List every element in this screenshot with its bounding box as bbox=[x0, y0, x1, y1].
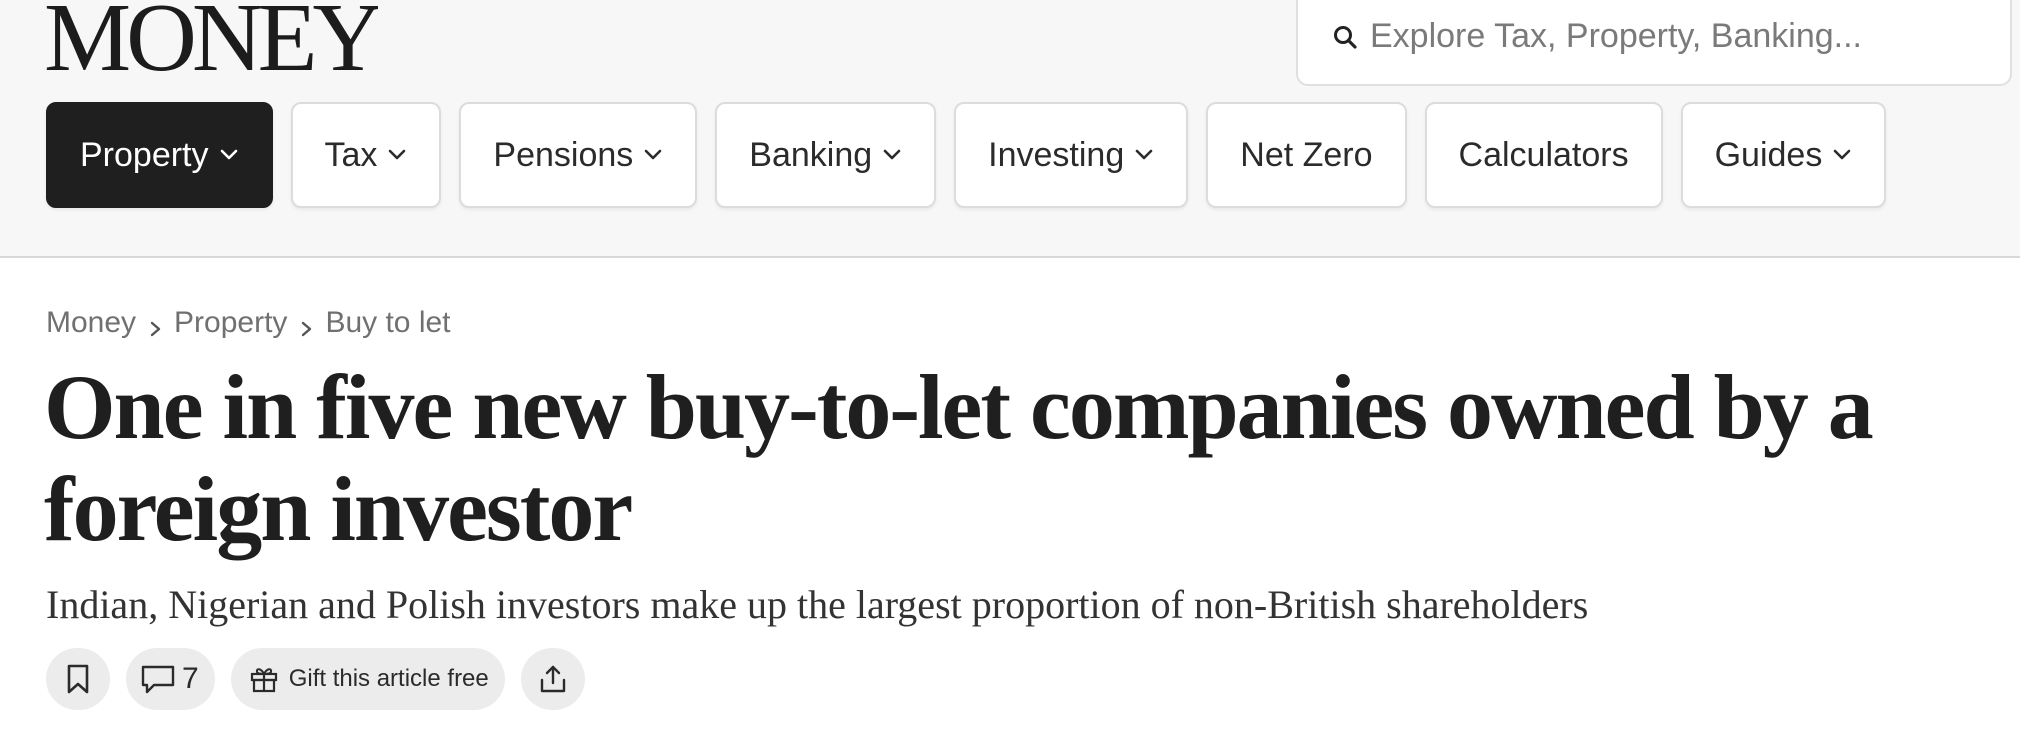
nav-item-pensions[interactable]: Pensions bbox=[459, 102, 698, 208]
chevron-down-icon bbox=[387, 149, 407, 161]
search-input[interactable] bbox=[1370, 10, 1970, 62]
nav-item-net-zero[interactable]: Net Zero bbox=[1206, 102, 1407, 208]
comment-count: 7 bbox=[182, 662, 199, 695]
chevron-down-icon bbox=[882, 149, 902, 161]
nav-item-investing[interactable]: Investing bbox=[954, 102, 1189, 208]
search-icon bbox=[1332, 24, 1358, 50]
nav-item-property[interactable]: Property bbox=[46, 102, 273, 208]
nav-item-label: Investing bbox=[988, 135, 1125, 174]
bookmark-icon bbox=[65, 663, 91, 695]
nav-item-label: Property bbox=[80, 135, 209, 174]
article-standfirst: Indian, Nigerian and Polish investors ma… bbox=[46, 582, 1589, 627]
gift-article-button[interactable]: Gift this article free bbox=[230, 648, 505, 710]
article-actions: 7 Gift this article free bbox=[46, 648, 585, 710]
chevron-right-icon bbox=[148, 313, 164, 337]
site-header: MONEY Property Tax Pensions bbox=[0, 0, 2020, 258]
nav-item-banking[interactable]: Banking bbox=[715, 102, 937, 208]
breadcrumb-item-property[interactable]: Property bbox=[174, 306, 287, 340]
comment-icon bbox=[140, 663, 176, 695]
save-button[interactable] bbox=[46, 648, 110, 710]
share-icon bbox=[538, 664, 568, 694]
breadcrumb: Money Property Buy to let bbox=[46, 306, 451, 340]
breadcrumb-item-money[interactable]: Money bbox=[46, 306, 136, 340]
chevron-down-icon bbox=[643, 149, 663, 161]
article-headline: One in five new buy-to-let companies own… bbox=[44, 356, 1874, 560]
search-bar[interactable] bbox=[1296, 0, 2012, 86]
section-nav: Property Tax Pensions Banking Investing bbox=[46, 102, 1887, 208]
gift-icon bbox=[249, 665, 279, 693]
nav-item-label: Net Zero bbox=[1240, 135, 1373, 174]
nav-item-label: Calculators bbox=[1458, 135, 1629, 174]
nav-item-label: Guides bbox=[1714, 135, 1823, 174]
nav-item-label: Pensions bbox=[493, 135, 634, 174]
nav-item-calculators[interactable]: Calculators bbox=[1424, 102, 1663, 208]
site-logo[interactable]: MONEY bbox=[44, 0, 378, 76]
chevron-down-icon bbox=[219, 149, 239, 161]
nav-item-label: Tax bbox=[324, 135, 378, 174]
nav-item-guides[interactable]: Guides bbox=[1680, 102, 1887, 208]
nav-item-tax[interactable]: Tax bbox=[290, 102, 442, 208]
gift-label: Gift this article free bbox=[288, 665, 489, 692]
nav-item-label: Banking bbox=[749, 135, 873, 174]
chevron-down-icon bbox=[1134, 149, 1154, 161]
share-button[interactable] bbox=[520, 648, 585, 710]
breadcrumb-item-buy-to-let[interactable]: Buy to let bbox=[325, 306, 450, 340]
chevron-down-icon bbox=[1832, 149, 1852, 161]
chevron-right-icon bbox=[299, 313, 315, 337]
comments-button[interactable]: 7 bbox=[126, 648, 215, 710]
